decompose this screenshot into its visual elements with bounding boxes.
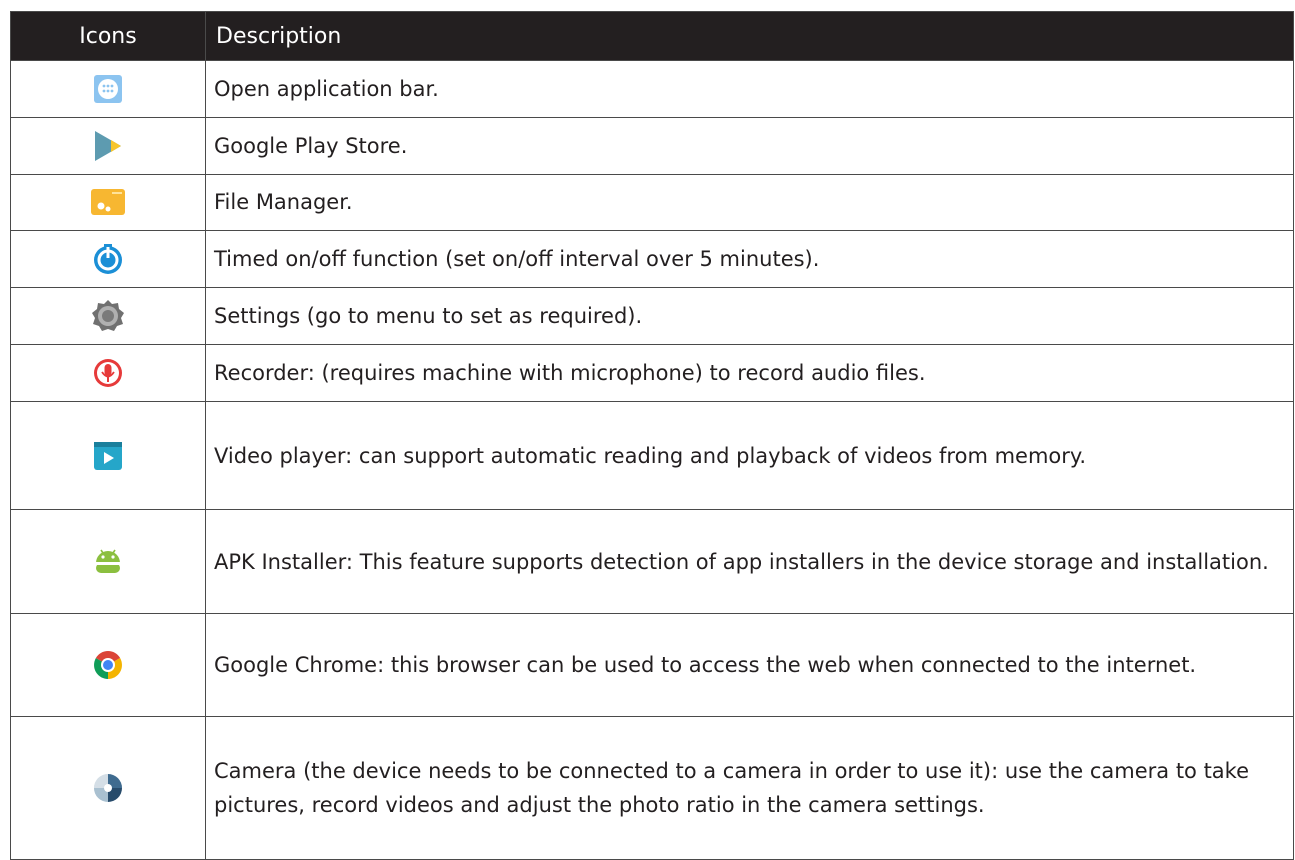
play-store-icon (91, 129, 125, 163)
settings-gear-icon (91, 299, 125, 333)
chrome-icon (92, 649, 124, 681)
description-cell: Settings (go to menu to set as required)… (205, 287, 1294, 345)
description-cell: Open application bar. (205, 60, 1294, 118)
table-row: Google Play Store. (10, 116, 1294, 175)
icon-cell (10, 343, 206, 402)
table-row: File Manager. (10, 173, 1294, 232)
table-row: Google Chrome: this browser can be used … (10, 613, 1294, 717)
icon-cell (10, 715, 206, 860)
table-row: Timed on/off function (set on/off interv… (10, 230, 1294, 289)
table-row: APK Installer: This feature supports det… (10, 509, 1294, 615)
description-cell: Camera (the device needs to be connected… (205, 715, 1294, 860)
description-cell: Recorder: (requires machine with microph… (205, 343, 1294, 402)
table-row: Settings (go to menu to set as required)… (10, 287, 1294, 345)
icon-cell (10, 509, 206, 615)
icon-cell (10, 60, 206, 118)
header-icons: Icons (10, 11, 206, 61)
description-cell: Google Play Store. (205, 116, 1294, 175)
icon-cell (10, 116, 206, 175)
android-apk-icon (92, 547, 124, 577)
app-drawer-icon (93, 74, 123, 104)
file-manager-icon (90, 187, 126, 217)
timer-power-icon (92, 243, 124, 275)
table-row: Camera (the device needs to be connected… (10, 715, 1294, 860)
icon-cell (10, 613, 206, 717)
icon-cell (10, 173, 206, 232)
description-cell: Google Chrome: this browser can be used … (205, 613, 1294, 717)
icon-cell (10, 287, 206, 345)
icon-description-table: Icons Description Open application bar. (10, 11, 1294, 860)
video-player-icon (93, 441, 123, 471)
icon-cell (10, 400, 206, 511)
table-row: Video player: can support automatic read… (10, 400, 1294, 511)
header-description: Description (205, 11, 1294, 61)
description-cell: APK Installer: This feature supports det… (205, 509, 1294, 615)
table-row: Recorder: (requires machine with microph… (10, 343, 1294, 402)
table-header-row: Icons Description (10, 11, 1294, 61)
description-cell: Timed on/off function (set on/off interv… (205, 230, 1294, 289)
description-cell: File Manager. (205, 173, 1294, 232)
table-row: Open application bar. (10, 60, 1294, 118)
microphone-recorder-icon (92, 357, 124, 389)
description-cell: Video player: can support automatic read… (205, 400, 1294, 511)
camera-aperture-icon (92, 772, 124, 804)
icon-cell (10, 230, 206, 289)
